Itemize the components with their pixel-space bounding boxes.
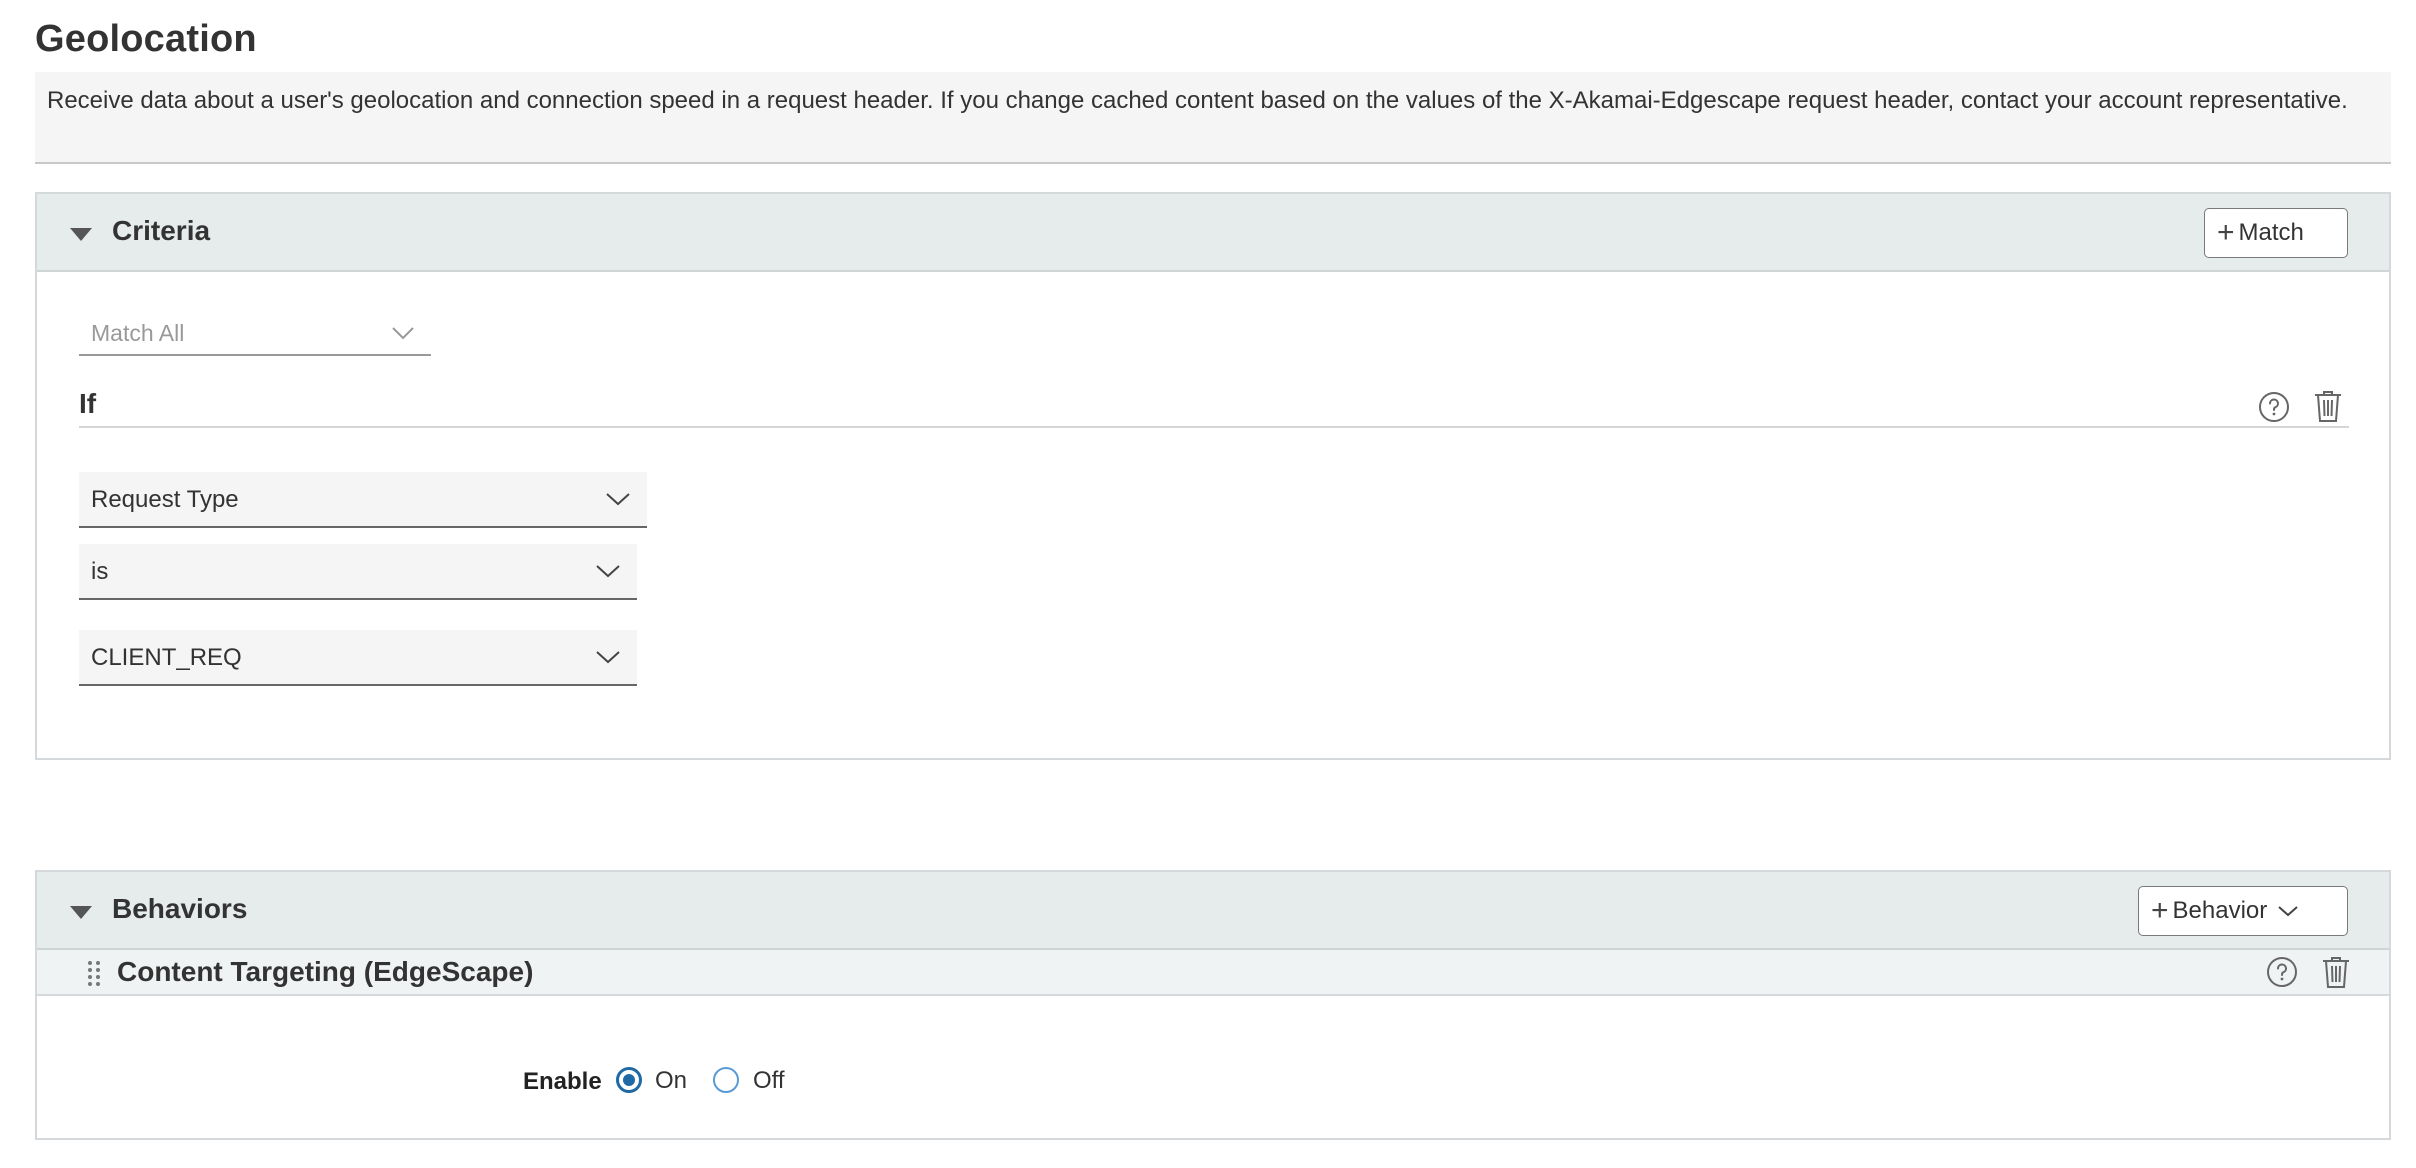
condition-field-select[interactable]: Request Type xyxy=(79,472,647,528)
page-title: Geolocation xyxy=(35,18,257,60)
add-match-label: Match xyxy=(2238,219,2304,246)
help-icon[interactable] xyxy=(2257,390,2291,424)
add-behavior-label: Behavior xyxy=(2172,897,2268,924)
plus-icon: + xyxy=(2217,216,2235,249)
behaviors-title: Behaviors xyxy=(112,893,248,924)
if-label: If xyxy=(79,388,97,419)
enable-label: Enable xyxy=(523,1068,602,1095)
behaviors-section: Behaviors + Behavior Content Targeting (… xyxy=(35,870,2391,1140)
drag-handle-icon[interactable] xyxy=(87,960,101,993)
chevron-down-icon xyxy=(391,326,415,345)
behavior-item-header: Content Targeting (EdgeScape) xyxy=(37,950,2389,996)
collapse-caret-icon[interactable] xyxy=(70,906,92,919)
plus-icon: + xyxy=(2151,894,2169,927)
trash-icon[interactable] xyxy=(2319,954,2353,990)
criteria-header: Criteria + Match xyxy=(37,194,2389,272)
chevron-down-icon xyxy=(605,492,631,511)
trash-icon[interactable] xyxy=(2311,388,2345,424)
collapse-caret-icon[interactable] xyxy=(70,228,92,241)
enable-off-label[interactable]: Off xyxy=(753,1067,785,1095)
condition-field-value: Request Type xyxy=(91,486,239,513)
condition-operator-select[interactable]: is xyxy=(79,544,637,600)
add-match-button[interactable]: + Match xyxy=(2204,208,2348,258)
description-box: Receive data about a user's geolocation … xyxy=(35,72,2391,164)
condition-value-value: CLIENT_REQ xyxy=(91,644,242,671)
behavior-item-title: Content Targeting (EdgeScape) xyxy=(117,956,534,987)
enable-on-label[interactable]: On xyxy=(655,1067,687,1095)
criteria-section: Criteria + Match Match All If Request Ty… xyxy=(35,192,2391,760)
description-text: Receive data about a user's geolocation … xyxy=(47,87,2348,114)
behaviors-header: Behaviors + Behavior xyxy=(37,872,2389,950)
condition-operator-value: is xyxy=(91,558,109,585)
match-mode-select[interactable]: Match All xyxy=(79,308,431,356)
enable-off-radio[interactable] xyxy=(713,1067,739,1093)
if-divider xyxy=(79,426,2349,428)
match-mode-value: Match All xyxy=(91,320,185,346)
enable-on-radio[interactable] xyxy=(616,1067,642,1093)
condition-value-select[interactable]: CLIENT_REQ xyxy=(79,630,637,686)
criteria-title: Criteria xyxy=(112,215,211,246)
chevron-down-icon xyxy=(595,564,621,583)
add-behavior-button[interactable]: + Behavior xyxy=(2138,886,2348,936)
chevron-down-icon xyxy=(2277,905,2299,917)
help-icon[interactable] xyxy=(2265,955,2299,989)
chevron-down-icon xyxy=(595,650,621,669)
